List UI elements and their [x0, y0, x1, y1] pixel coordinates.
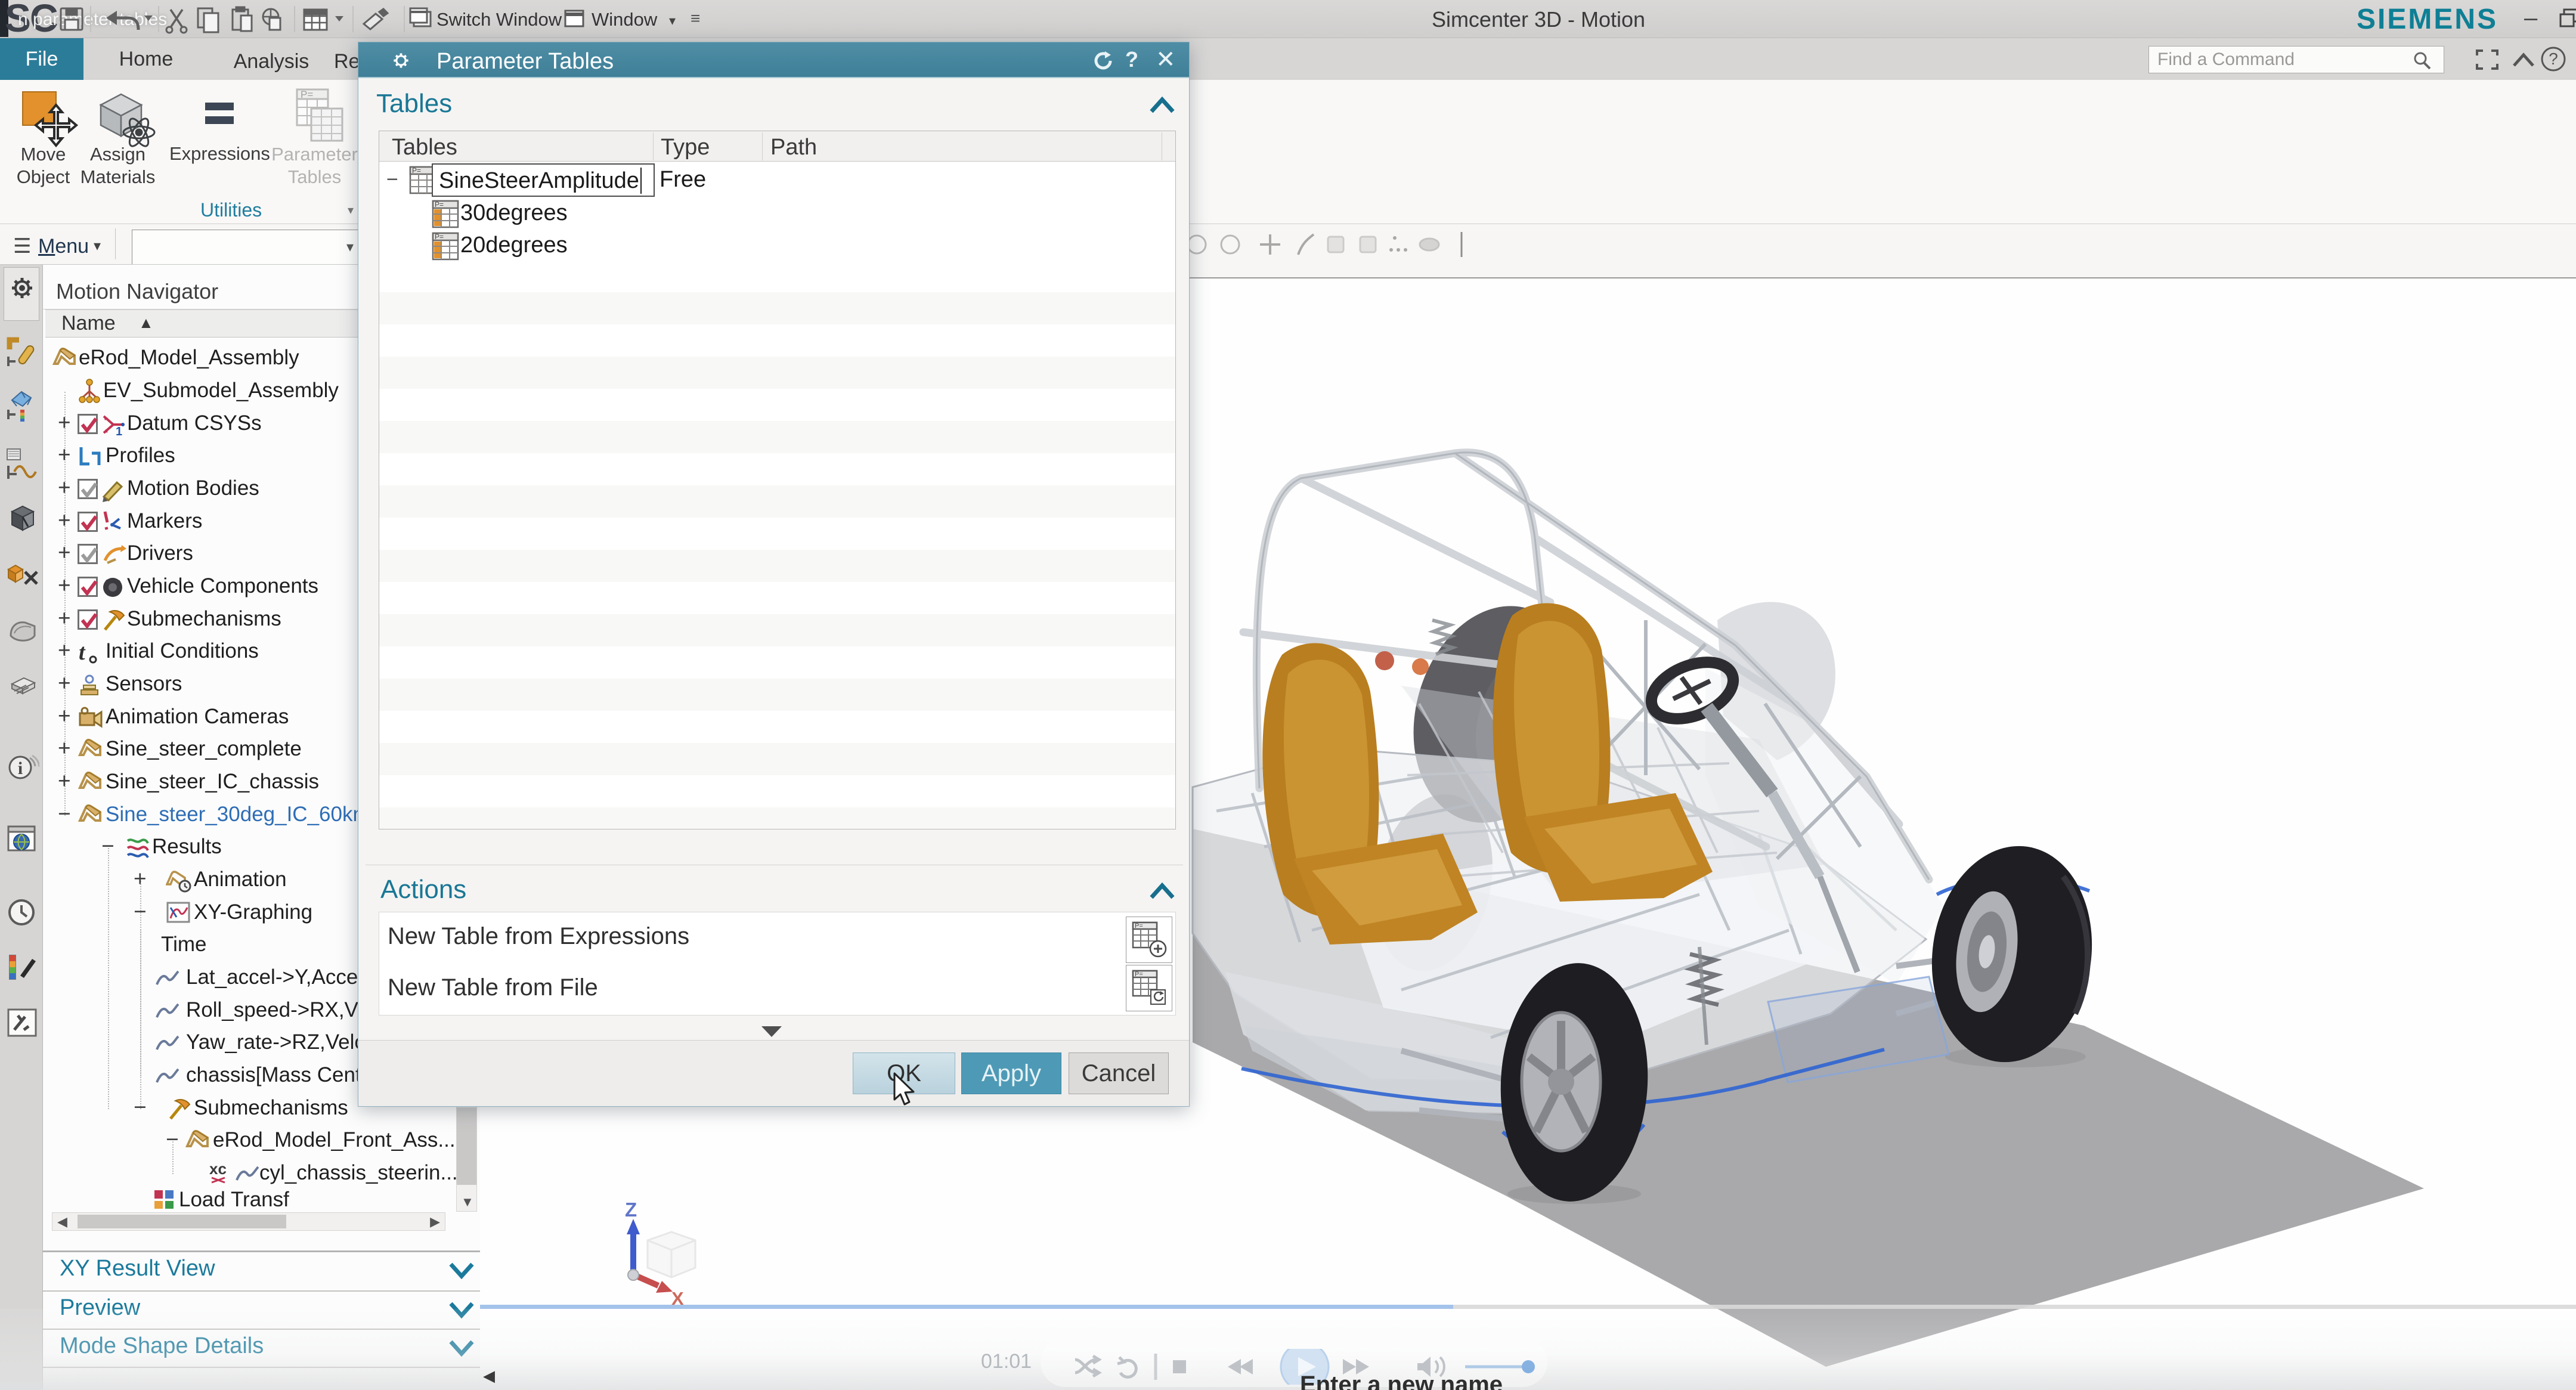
svg-text:P=: P= — [1135, 971, 1143, 978]
svg-text:P=: P= — [1135, 922, 1143, 930]
svg-text:i: i — [18, 759, 23, 778]
svg-text:?: ? — [2549, 49, 2558, 68]
svg-text:P=: P= — [412, 166, 421, 175]
svg-text:P=: P= — [435, 200, 444, 209]
svg-text:P=: P= — [301, 89, 313, 100]
svg-text:Z: Z — [625, 1199, 637, 1221]
svg-text:P=: P= — [435, 233, 444, 241]
